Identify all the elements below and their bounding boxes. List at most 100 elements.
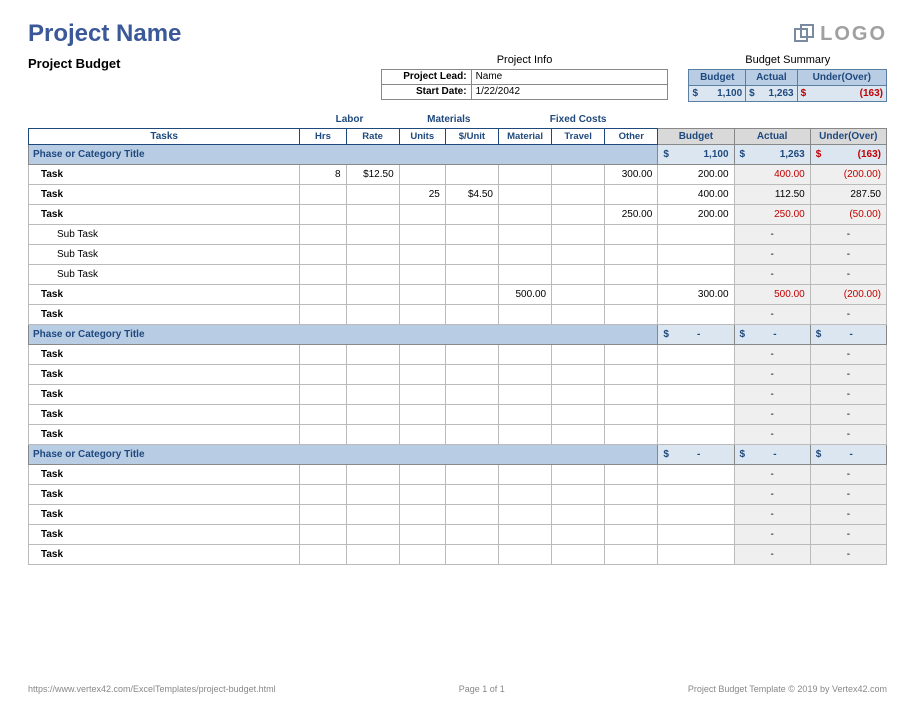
cell-hrs bbox=[300, 504, 346, 524]
cell-units bbox=[399, 544, 445, 564]
cell-rate bbox=[346, 484, 399, 504]
task-row: Task-- bbox=[29, 304, 887, 324]
cell-other bbox=[605, 544, 658, 564]
cell-units bbox=[399, 264, 445, 284]
summary-col-budget: Budget bbox=[689, 70, 746, 86]
cell-rate bbox=[346, 264, 399, 284]
cell-units bbox=[399, 524, 445, 544]
cell-punit bbox=[445, 344, 498, 364]
cell-travel bbox=[552, 364, 605, 384]
cell-actual: - bbox=[734, 504, 810, 524]
summary-col-under: Under(Over) bbox=[797, 70, 886, 86]
task-name: Task bbox=[29, 524, 300, 544]
cell-units bbox=[399, 384, 445, 404]
cell-other bbox=[605, 524, 658, 544]
cell-under: - bbox=[810, 464, 886, 484]
title-row: Project Name LOGO bbox=[28, 20, 887, 48]
task-name: Task bbox=[29, 424, 300, 444]
cell-under: - bbox=[810, 344, 886, 364]
cell-budget: 300.00 bbox=[658, 284, 734, 304]
cell-rate bbox=[346, 184, 399, 204]
cell-travel bbox=[552, 264, 605, 284]
cell-other bbox=[605, 224, 658, 244]
cell-other bbox=[605, 464, 658, 484]
cell-hrs bbox=[300, 364, 346, 384]
cell-other bbox=[605, 244, 658, 264]
cell-budget bbox=[658, 544, 734, 564]
budget-summary-table: Budget Actual Under(Over) $1,100 $1,263 … bbox=[688, 69, 887, 102]
phase-actual: $- bbox=[734, 324, 810, 344]
task-row: Task-- bbox=[29, 484, 887, 504]
logo: LOGO bbox=[794, 23, 887, 46]
cell-other bbox=[605, 384, 658, 404]
cell-rate bbox=[346, 304, 399, 324]
cell-budget bbox=[658, 504, 734, 524]
phase-budget: $1,100 bbox=[658, 144, 734, 164]
subtitle: Project Budget bbox=[28, 54, 361, 102]
cell-other bbox=[605, 484, 658, 504]
task-name: Task bbox=[29, 544, 300, 564]
cell-material: 500.00 bbox=[498, 284, 551, 304]
task-row: Sub Task-- bbox=[29, 264, 887, 284]
footer-page: Page 1 of 1 bbox=[459, 684, 505, 694]
cell-under: - bbox=[810, 264, 886, 284]
cell-hrs bbox=[300, 404, 346, 424]
cell-actual: - bbox=[734, 544, 810, 564]
cell-rate: $12.50 bbox=[346, 164, 399, 184]
cell-punit bbox=[445, 204, 498, 224]
cell-rate bbox=[346, 244, 399, 264]
task-row: Task-- bbox=[29, 524, 887, 544]
col-other: Other bbox=[605, 128, 658, 144]
footer-url: https://www.vertex42.com/ExcelTemplates/… bbox=[28, 684, 276, 694]
cell-travel bbox=[552, 524, 605, 544]
cell-rate bbox=[346, 364, 399, 384]
cell-under: - bbox=[810, 544, 886, 564]
cell-under: - bbox=[810, 404, 886, 424]
cell-material bbox=[498, 544, 551, 564]
cell-budget bbox=[658, 344, 734, 364]
cell-hrs bbox=[300, 544, 346, 564]
col-rate: Rate bbox=[346, 128, 399, 144]
cell-hrs bbox=[300, 244, 346, 264]
summary-actual: $1,263 bbox=[746, 86, 797, 102]
task-name: Task bbox=[29, 204, 300, 224]
cell-budget bbox=[658, 424, 734, 444]
cell-punit: $4.50 bbox=[445, 184, 498, 204]
task-name: Task bbox=[29, 364, 300, 384]
cell-budget bbox=[658, 224, 734, 244]
project-title: Project Name bbox=[28, 20, 181, 48]
cell-material bbox=[498, 364, 551, 384]
project-info-heading: Project Info bbox=[381, 54, 669, 66]
cell-hrs bbox=[300, 304, 346, 324]
phase-actual: $- bbox=[734, 444, 810, 464]
col-under: Under(Over) bbox=[810, 128, 886, 144]
cell-punit bbox=[445, 164, 498, 184]
cell-hrs bbox=[300, 184, 346, 204]
phase-budget: $- bbox=[658, 324, 734, 344]
task-row: Task-- bbox=[29, 364, 887, 384]
cell-hrs bbox=[300, 424, 346, 444]
cell-other bbox=[605, 404, 658, 424]
group-materials: Materials bbox=[399, 112, 498, 128]
cell-hrs bbox=[300, 524, 346, 544]
cell-punit bbox=[445, 484, 498, 504]
task-row: Task-- bbox=[29, 344, 887, 364]
cell-under: (200.00) bbox=[810, 284, 886, 304]
task-row: Task -- bbox=[29, 544, 887, 564]
cell-under: - bbox=[810, 224, 886, 244]
cell-actual: - bbox=[734, 364, 810, 384]
cell-material bbox=[498, 184, 551, 204]
cell-hrs: 8 bbox=[300, 164, 346, 184]
cell-travel bbox=[552, 184, 605, 204]
cell-material bbox=[498, 504, 551, 524]
cell-other bbox=[605, 504, 658, 524]
summary-budget: $1,100 bbox=[689, 86, 746, 102]
cell-punit bbox=[445, 364, 498, 384]
phase-under: $- bbox=[810, 444, 886, 464]
task-name: Task bbox=[29, 484, 300, 504]
cell-under: (200.00) bbox=[810, 164, 886, 184]
cell-units: 25 bbox=[399, 184, 445, 204]
col-material: Material bbox=[498, 128, 551, 144]
cell-punit bbox=[445, 544, 498, 564]
task-row: Sub Task-- bbox=[29, 224, 887, 244]
